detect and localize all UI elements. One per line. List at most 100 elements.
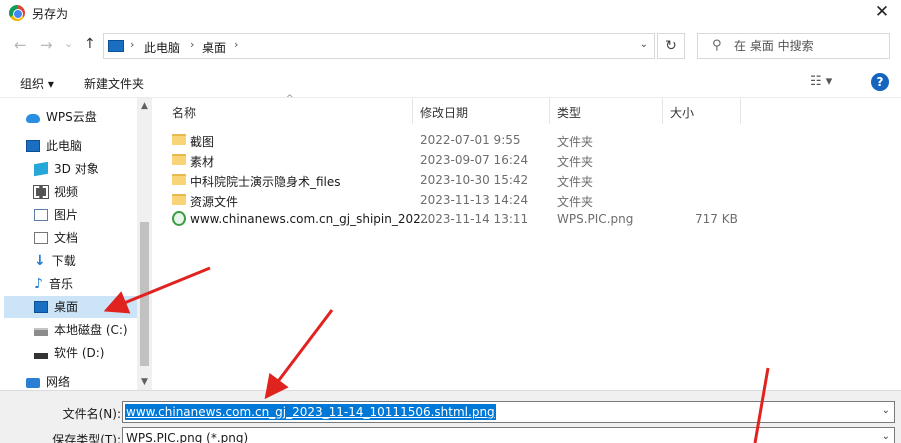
cube-icon [34,161,48,177]
music-icon: ♪ [34,276,43,292]
picture-icon [34,209,48,221]
recent-locations-dropdown[interactable]: ⌄ [64,37,73,50]
cloud-icon [26,114,40,123]
sidebar-scrollbar[interactable]: ▲ ▼ [137,98,152,390]
command-bar: 组织 ▾ 新建文件夹 ☷ ▾ ? [0,66,901,98]
sidebar-item-label: 文档 [54,231,79,245]
file-row[interactable]: 资源文件 2023-11-13 14:24 文件夹 [152,190,772,210]
column-header-date[interactable]: 修改日期 [420,104,468,121]
file-name: www.chinanews.com.cn_gj_shipin_202... [190,212,433,226]
filename-value[interactable]: www.chinanews.com.cn_gj_2023_11-14_10111… [125,404,496,420]
sidebar-item-videos[interactable]: 视频 [33,181,79,203]
back-button[interactable]: ← [14,36,27,54]
sidebar-item-software-d[interactable]: 软件 (D:) [34,342,104,364]
breadcrumb-this-pc[interactable]: 此电脑 [144,39,180,56]
scrollbar-thumb[interactable] [140,222,149,366]
chrome-icon [9,5,25,21]
file-date: 2023-10-30 15:42 [420,173,529,187]
breadcrumb-separator[interactable]: › [190,38,194,51]
close-button[interactable]: ✕ [871,1,893,23]
filetype-value: WPS.PIC.png (*.png) [126,431,249,443]
sidebar-item-label: 桌面 [54,300,79,314]
search-box[interactable]: ⚲ [697,33,890,59]
chevron-down-icon[interactable]: ⌄ [882,431,890,442]
file-type: 文件夹 [557,135,594,149]
sidebar-item-label: 音乐 [48,277,73,291]
chevron-down-icon[interactable]: ⌄ [640,39,648,50]
file-date: 2022-07-01 9:55 [420,133,521,147]
file-name: 素材 [190,155,215,169]
video-icon [33,185,49,199]
sidebar-item-label: 本地磁盘 (C:) [54,323,128,337]
disk-icon [34,328,48,336]
sidebar-item-wps-cloud[interactable]: WPS云盘 [26,106,97,128]
up-button[interactable]: ↑ [84,36,96,52]
file-row[interactable]: 中科院院士演示隐身术_files 2023-10-30 15:42 文件夹 [152,170,772,190]
sidebar-item-3d-objects[interactable]: 3D 对象 [34,158,99,180]
download-icon: ↓ [34,253,46,269]
sidebar-item-pictures[interactable]: 图片 [34,204,78,226]
view-options-button[interactable]: ☷ ▾ [810,74,832,89]
forward-button[interactable]: → [40,36,53,54]
sidebar-item-label: 软件 (D:) [54,346,105,360]
file-name: 中科院院士演示隐身术_files [190,175,341,189]
column-divider[interactable] [549,98,550,124]
scroll-up-icon[interactable]: ▲ [137,101,152,111]
breadcrumb-separator[interactable]: › [234,38,238,51]
file-date: 2023-11-13 14:24 [420,193,529,207]
network-icon [26,378,40,388]
file-row[interactable]: www.chinanews.com.cn_gj_shipin_202... 20… [152,209,772,229]
file-date: 2023-11-14 13:11 [420,212,529,226]
sidebar-item-label: 图片 [54,208,79,222]
sidebar-item-label: 下载 [51,254,76,268]
file-date: 2023-09-07 16:24 [420,153,529,167]
sidebar-item-music[interactable]: ♪ 音乐 [34,273,73,295]
folder-icon [172,174,186,185]
new-folder-button[interactable]: 新建文件夹 [84,75,144,92]
address-bar: ← → ⌄ ↑ › 此电脑 › 桌面 › ⌄ ↻ ⚲ [0,26,901,66]
sidebar-item-label: 视频 [54,185,79,199]
desktop-icon [34,301,48,313]
breadcrumb-desktop[interactable]: 桌面 [202,39,226,56]
sidebar-item-documents[interactable]: 文档 [34,227,78,249]
sidebar-item-label: 3D 对象 [54,162,99,176]
chevron-down-icon[interactable]: ⌄ [882,405,890,416]
refresh-button[interactable]: ↻ [657,33,685,59]
search-icon: ⚲ [712,38,722,53]
file-name: 截图 [190,135,215,149]
scroll-down-icon[interactable]: ▼ [137,377,152,387]
help-icon[interactable]: ? [871,73,889,91]
sort-ascending-icon: ^ [286,94,294,104]
sidebar-item-this-pc[interactable]: 此电脑 [26,135,82,157]
file-row[interactable]: 截图 2022-07-01 9:55 文件夹 [152,130,772,150]
file-row[interactable]: 素材 2023-09-07 16:24 文件夹 [152,150,772,170]
folder-icon [172,134,186,145]
filename-field[interactable]: www.chinanews.com.cn_gj_2023_11-14_10111… [122,401,895,423]
folder-icon [172,154,186,165]
pc-icon [26,140,40,152]
file-type: 文件夹 [557,195,594,209]
column-header-name[interactable]: 名称 [172,104,196,121]
document-icon [34,232,48,244]
filetype-select[interactable]: WPS.PIC.png (*.png) ⌄ [122,427,895,443]
sidebar-item-desktop[interactable]: 桌面 [4,296,137,318]
sidebar-item-local-disk-c[interactable]: 本地磁盘 (C:) [34,319,128,341]
breadcrumb-separator[interactable]: › [130,38,134,51]
image-file-icon [172,211,186,226]
organize-menu[interactable]: 组织 ▾ [20,75,54,92]
search-input[interactable] [734,37,884,55]
sidebar-item-label: WPS云盘 [46,110,97,124]
file-type: WPS.PIC.png [557,212,634,226]
navigation-pane: WPS云盘 此电脑 3D 对象 视频 图片 文档 ↓ 下载 ♪ 音乐 桌面 本地磁盘… [0,98,152,390]
filename-label: 文件名(N): [62,407,121,421]
sidebar-item-downloads[interactable]: ↓ 下载 [34,250,76,272]
column-divider[interactable] [662,98,663,124]
column-header-size[interactable]: 大小 [670,104,694,121]
column-divider[interactable] [740,98,741,124]
column-divider[interactable] [412,98,413,124]
column-header-type[interactable]: 类型 [557,104,581,121]
file-list: ^ 名称 修改日期 类型 大小 截图 2022-07-01 9:55 文件夹 素… [152,94,901,390]
file-type: 文件夹 [557,175,594,189]
breadcrumb[interactable]: › 此电脑 › 桌面 › ⌄ [103,33,655,59]
pc-icon [108,40,124,52]
